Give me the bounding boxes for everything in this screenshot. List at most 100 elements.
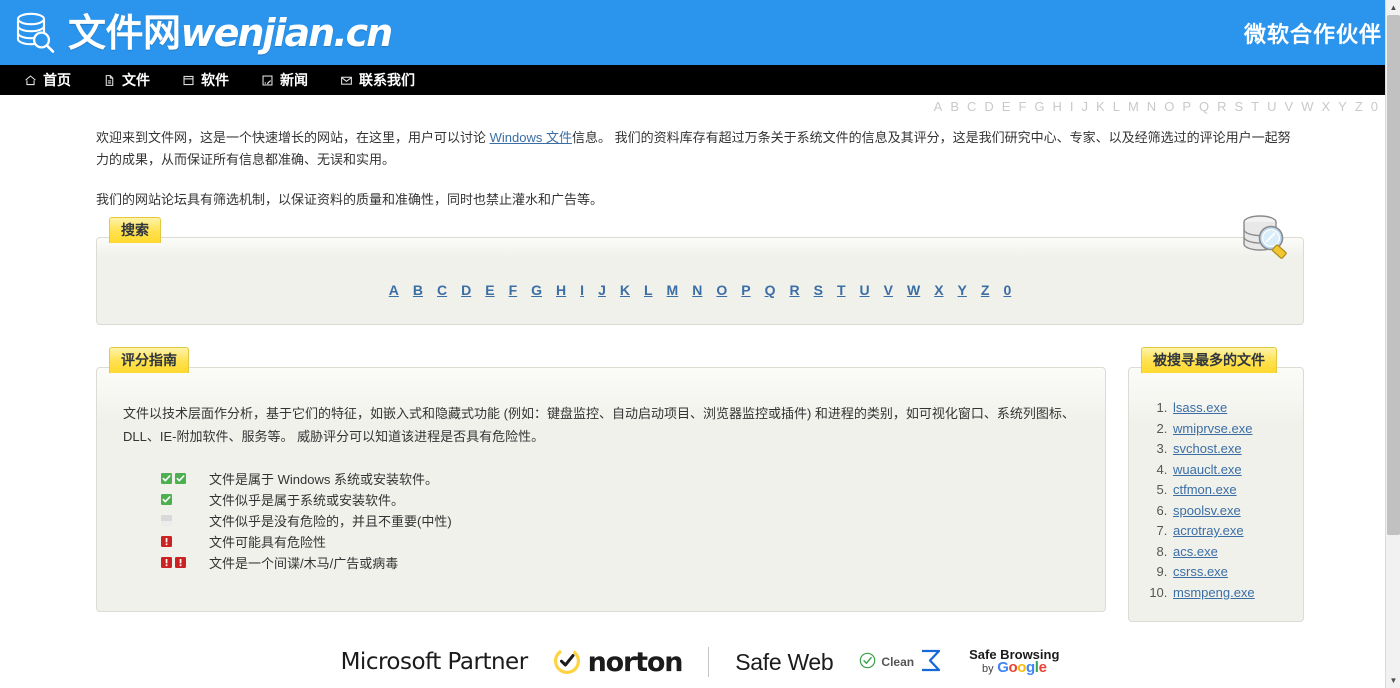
file-link[interactable]: wmiprvse.exe [1173,421,1252,436]
alpha-link-W[interactable]: W [900,282,927,298]
alpha-link-I[interactable]: I [573,282,591,298]
brand[interactable]: 文件网wenjian.cn [14,10,394,56]
alpha-link-P[interactable]: P [734,282,757,298]
alpha-link-T[interactable]: T [830,282,853,298]
alpha-link-0[interactable]: 0 [996,282,1018,298]
google-wordmark: Google [997,659,1047,676]
top-alpha-link-X[interactable]: X [1317,99,1334,114]
alpha-link-K[interactable]: K [613,282,637,298]
legend-label: 文件似乎是属于系统或安装软件。 [209,492,405,508]
top-alpha-link-H[interactable]: H [1049,99,1066,114]
alpha-link-G[interactable]: G [524,282,549,298]
alpha-link-Z[interactable]: Z [974,282,997,298]
alpha-link-C[interactable]: C [430,282,454,298]
legend-icon-group [161,472,199,484]
alpha-link-D[interactable]: D [454,282,478,298]
list-item: acs.exe [1171,542,1295,563]
alpha-link-Y[interactable]: Y [951,282,974,298]
list-item: acrotray.exe [1171,521,1295,542]
top-alpha-link-U[interactable]: U [1263,99,1280,114]
top-alpha-link-A[interactable]: A [930,99,947,114]
top-alpha-link-E[interactable]: E [998,99,1015,114]
list-item: msmpeng.exe [1171,583,1295,604]
windows-files-link[interactable]: Windows 文件 [490,130,572,145]
alpha-link-E[interactable]: E [478,282,501,298]
alpha-link-M[interactable]: M [660,282,686,298]
top-alpha-link-V[interactable]: V [1281,99,1298,114]
top-alpha-link-D[interactable]: D [980,99,997,114]
list-item: svchost.exe [1171,439,1295,460]
top-alpha-link-I[interactable]: I [1066,99,1078,114]
file-link[interactable]: spoolsv.exe [1173,503,1241,518]
legend-row: 文件是一个间谍/木马/广告或病毒 [161,552,1079,572]
alpha-link-X[interactable]: X [927,282,950,298]
legend-icon-group [161,535,199,547]
red-warning-icon [175,556,186,568]
nav-item-files[interactable]: 文件 [89,65,164,95]
rating-guide-tab[interactable]: 评分指南 [109,347,189,373]
list-item: ctfmon.exe [1171,480,1295,501]
scrollbar-thumb[interactable] [1387,15,1400,535]
top-alpha-link-T[interactable]: T [1247,99,1263,114]
top-alpha-link-0[interactable]: 0 [1367,99,1382,114]
norton-check-icon [553,647,580,677]
most-searched-tab[interactable]: 被搜寻最多的文件 [1141,347,1277,373]
scroll-up-arrow[interactable]: ▲ [1386,0,1400,15]
nav-item-contact[interactable]: 联系我们 [326,65,429,95]
top-alpha-link-J[interactable]: J [1078,99,1093,114]
top-alpha-link-G[interactable]: G [1030,99,1048,114]
top-alpha-link-F[interactable]: F [1014,99,1030,114]
alpha-link-J[interactable]: J [591,282,613,298]
alpha-link-B[interactable]: B [406,282,430,298]
top-alpha-link-P[interactable]: P [1178,99,1195,114]
search-panel-tab[interactable]: 搜索 [109,217,161,243]
brand-title-latin: wenjian.cn [180,10,394,55]
alpha-link-N[interactable]: N [685,282,709,298]
alpha-link-R[interactable]: R [782,282,806,298]
intro-text-before: 欢迎来到文件网，这是一个快速增长的网站，在这里，用户可以讨论 [96,130,490,145]
file-link[interactable]: svchost.exe [1173,441,1242,456]
file-link[interactable]: acs.exe [1173,544,1218,559]
nav-label-software: 软件 [201,72,229,88]
top-alpha-link-C[interactable]: C [963,99,980,114]
vertical-scrollbar[interactable]: ▲ ▼ [1385,0,1400,688]
top-alpha-link-Z[interactable]: Z [1351,99,1367,114]
google-letter: e [1038,659,1047,676]
alpha-link-Q[interactable]: Q [758,282,783,298]
alpha-link-O[interactable]: O [709,282,734,298]
top-alpha-link-B[interactable]: B [946,99,963,114]
top-alpha-link-W[interactable]: W [1297,99,1317,114]
alpha-link-L[interactable]: L [637,282,660,298]
alpha-link-A[interactable]: A [382,282,406,298]
search-panel-wrap: 搜索 ABCDEFGHIJKLMNOPQRSTUVWXYZ0 [96,215,1304,325]
nav-label-home: 首页 [43,72,71,88]
file-link[interactable]: csrss.exe [1173,564,1228,579]
top-alpha-link-L[interactable]: L [1109,99,1124,114]
site-header: 文件网wenjian.cn 微软合作伙伴 [0,0,1400,65]
alpha-link-V[interactable]: V [877,282,900,298]
scroll-down-arrow[interactable]: ▼ [1386,673,1400,688]
top-alpha-link-Y[interactable]: Y [1334,99,1351,114]
nav-item-news[interactable]: 新闻 [247,65,322,95]
file-link[interactable]: ctfmon.exe [1173,482,1237,497]
alpha-link-F[interactable]: F [502,282,525,298]
top-alpha-link-O[interactable]: O [1160,99,1178,114]
top-alpha-link-N[interactable]: N [1143,99,1160,114]
file-link[interactable]: lsass.exe [1173,400,1227,415]
legend-row: 文件可能具有危险性 [161,531,1079,551]
alpha-link-U[interactable]: U [853,282,877,298]
safe-browsing-by: by [981,663,994,675]
alpha-link-H[interactable]: H [549,282,573,298]
google-letter: o [1017,659,1027,676]
top-alpha-link-R[interactable]: R [1213,99,1230,114]
file-link[interactable]: msmpeng.exe [1173,585,1255,600]
file-link[interactable]: wuauclt.exe [1173,462,1242,477]
alpha-link-S[interactable]: S [807,282,830,298]
top-alpha-link-S[interactable]: S [1231,99,1248,114]
nav-item-home[interactable]: 首页 [10,65,85,95]
top-alpha-link-Q[interactable]: Q [1195,99,1213,114]
top-alpha-link-M[interactable]: M [1124,99,1143,114]
file-link[interactable]: acrotray.exe [1173,523,1244,538]
nav-item-software[interactable]: 软件 [168,65,243,95]
top-alpha-link-K[interactable]: K [1092,99,1109,114]
